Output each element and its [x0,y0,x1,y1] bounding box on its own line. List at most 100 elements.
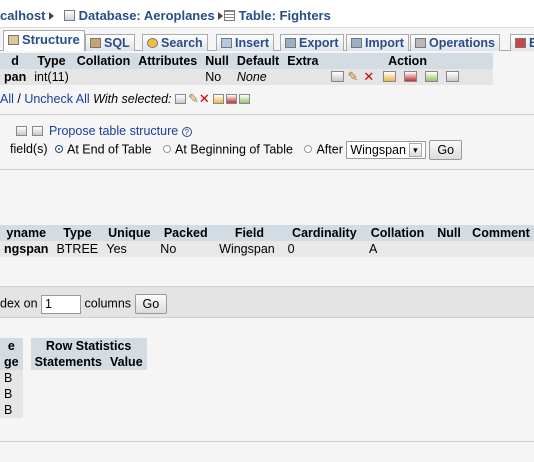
create-index-go-button[interactable]: Go [134,294,168,314]
index-keyname: ngspan [0,241,53,257]
radio-beginning-of-table[interactable] [163,145,172,154]
fulltext-icon[interactable] [446,71,460,82]
tab-export[interactable]: Export [280,34,344,51]
drop-icon[interactable]: ✕ [363,69,374,84]
statements-subheader: Statements [30,354,106,370]
col-extra: Extra [283,53,323,69]
end-of-table-label: At End of Table [67,142,152,157]
indexes-header-row: yname Type Unique Packed Field Cardinali… [0,225,534,241]
propose-structure-link[interactable]: Propose table structure [49,124,178,138]
browse-distinct-icon[interactable] [330,71,344,82]
create-index-panel: dex on 1 columns Go [0,286,534,318]
col-keyname: yname [0,225,53,241]
relation-view-icon[interactable] [32,126,44,136]
browse-selected-icon[interactable] [175,94,187,104]
check-controls: All / Uncheck All With selected: ✎✕ [0,91,252,107]
index-type: BTREE [52,241,103,257]
tab-structure[interactable]: Structure [3,30,85,51]
col-cardinality: Cardinality [283,225,366,241]
indexes-table: yname Type Unique Packed Field Cardinali… [0,225,534,257]
col-default: Default [232,53,284,69]
create-index-suffix: columns [84,296,132,311]
sql-icon [90,38,101,48]
statistics-table: e Row Statistics ge Statements Value B B… [0,338,147,418]
field-default: None [232,69,284,85]
index-collation: A [365,241,430,257]
col-unique: Unique [102,225,157,241]
index-unique: Yes [102,241,157,257]
tab-bar: Structure SQL Search Insert Export Impor… [0,29,534,51]
empty-icon [515,38,526,48]
breadcrumb: calhost Database: Aeroplanes Table: Figh… [0,0,534,28]
drop-selected-icon[interactable]: ✕ [199,91,210,106]
col-index-field: Field [215,225,284,241]
usage-subheader: ge [0,354,23,370]
index-selected-icon[interactable] [239,94,251,104]
table-row: B [0,370,147,386]
index-comment [468,241,534,257]
unique-icon[interactable] [404,71,418,82]
col-action: Action [322,53,493,69]
import-icon [351,38,362,48]
operations-icon [415,38,426,48]
divider [0,114,534,115]
chevron-down-icon: ▾ [408,143,422,157]
check-all-link[interactable]: All [0,92,14,106]
edit-selected-icon[interactable]: ✎ [188,91,199,106]
export-icon [285,38,296,48]
index-cardinality: 0 [283,241,366,257]
col-index-type: Type [52,225,103,241]
breadcrumb-server[interactable]: calhost [0,8,55,23]
col-collation: Collation [72,53,135,69]
col-index-collation: Collation [365,225,430,241]
space-usage-header: e [0,338,23,354]
col-field[interactable]: d [0,53,31,69]
primary-key-icon[interactable] [383,71,397,82]
help-icon[interactable]: ? [181,127,192,137]
chevron-right-icon [218,12,224,20]
index-columns-input[interactable]: 1 [41,294,82,314]
with-selected-label: With selected: [93,92,172,106]
radio-end-of-table[interactable] [55,145,63,154]
insert-icon [221,38,232,48]
uncheck-all-link[interactable]: Uncheck All [24,92,89,106]
database-icon [64,10,75,21]
print-view-icon[interactable] [16,126,27,136]
tab-search[interactable]: Search [142,34,208,51]
fields-table: d Type Collation Attributes Null Default… [0,53,493,85]
propose-structure-row: Propose table structure ? [0,124,192,138]
col-null: Null [201,53,233,69]
divider [0,169,534,170]
stats-header-row: e Row Statistics [0,338,147,354]
add-fields-go-button[interactable]: Go [429,140,463,160]
table-row: B [0,402,147,418]
field-type: int(11) [30,69,73,85]
tab-insert[interactable]: Insert [216,34,275,51]
breadcrumb-database[interactable]: Database: Aeroplanes [64,8,224,23]
breadcrumb-table[interactable]: Table: Fighters [224,8,331,23]
usage-value: B [0,402,23,418]
edit-icon[interactable]: ✎ [348,69,359,84]
primary-selected-icon[interactable] [213,94,225,104]
col-comment: Comment [468,225,534,241]
field-null: No [201,69,233,85]
tab-operations[interactable]: Operations [410,34,500,51]
usage-value: B [0,386,23,402]
stats-subheader-row: ge Statements Value [0,354,147,370]
tab-sql[interactable]: SQL [85,34,135,51]
table-icon [224,10,235,21]
field-collation [72,69,135,85]
tab-import[interactable]: Import [346,34,409,51]
tab-e[interactable]: E [510,34,534,51]
table-row: ngspan BTREE Yes No Wingspan 0 A [0,241,534,257]
create-index-prefix: dex on [0,296,38,311]
unique-selected-icon[interactable] [226,94,238,104]
after-field-select[interactable]: Wingspan ▾ [346,141,426,159]
structure-icon [8,35,19,45]
index-icon[interactable] [425,71,439,82]
col-packed: Packed [156,225,216,241]
radio-after-field[interactable] [304,145,313,154]
col-attributes: Attributes [134,53,202,69]
field-extra [283,69,323,85]
add-fields-prefix: field(s) [10,142,48,157]
